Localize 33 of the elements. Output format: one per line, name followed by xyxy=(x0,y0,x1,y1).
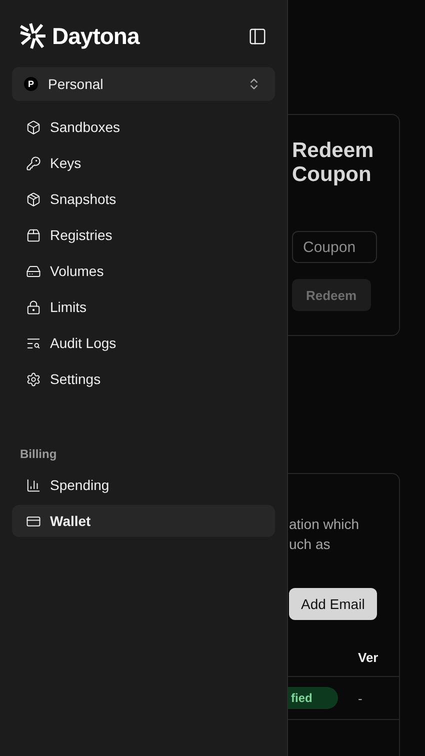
workspace-selector[interactable]: P Personal xyxy=(12,67,275,101)
column-header: Ver xyxy=(358,649,380,667)
nav-item[interactable]: Volumes xyxy=(12,255,275,287)
nav-item[interactable]: Snapshots xyxy=(12,183,275,215)
nav-icon xyxy=(26,372,41,386)
table-cell: - xyxy=(358,690,362,706)
nav-icon xyxy=(26,228,41,242)
section-title: Billing xyxy=(19,447,58,461)
nav-item[interactable]: Settings xyxy=(12,363,275,395)
coupon-field[interactable]: Coupon xyxy=(292,231,377,263)
nav-item[interactable]: Sandboxes xyxy=(12,111,275,143)
nav-icon xyxy=(26,120,41,134)
nav-icon xyxy=(26,514,41,528)
nav-icon xyxy=(26,156,41,170)
logo-icon xyxy=(20,23,46,49)
nav-item[interactable]: Registries xyxy=(12,219,275,251)
nav-item[interactable]: Limits xyxy=(12,291,275,323)
nav-icon xyxy=(26,478,41,492)
description-text: uch as xyxy=(289,535,332,554)
brand-name: Daytona xyxy=(52,22,140,50)
nav-icon xyxy=(26,336,41,350)
add-email-button[interactable]: Add Email xyxy=(289,588,377,620)
sidebar-toggle-icon[interactable] xyxy=(248,26,267,46)
workspace-avatar: P xyxy=(24,77,38,91)
nav-icon xyxy=(26,192,41,206)
nav-icon xyxy=(26,264,41,278)
nav-item[interactable]: Wallet xyxy=(12,505,275,537)
description-text: ation which xyxy=(289,515,360,534)
nav-item[interactable]: Keys xyxy=(12,147,275,179)
nav-item[interactable]: Spending xyxy=(12,469,275,501)
card-title: Redeem Coupon xyxy=(292,139,375,187)
nav-item[interactable]: Audit Logs xyxy=(12,327,275,359)
nav-icon xyxy=(26,300,41,314)
